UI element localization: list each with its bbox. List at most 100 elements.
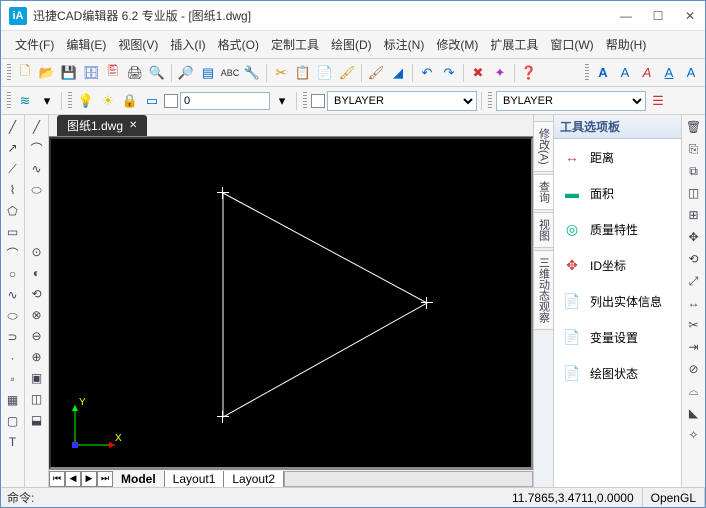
document-tab[interactable]: 图纸1.dwg ✕ [57,115,147,136]
circle-icon[interactable]: ○ [3,264,23,284]
region-icon[interactable]: ▢ [3,411,23,431]
sun-icon[interactable]: ☀ [98,91,118,111]
layer-name-input[interactable] [180,92,270,110]
tab-nav-prev[interactable]: ◀ [65,471,81,487]
stretch-icon[interactable]: ↔ [684,293,704,313]
rect-icon[interactable]: ▭ [142,91,162,111]
vtab-view[interactable]: 视图 [533,212,555,248]
menu-help[interactable]: 帮助(H) [600,33,653,56]
tab-nav-next[interactable]: ▶ [81,471,97,487]
palette-item[interactable]: ◎质量特性 [554,211,681,247]
ellipse-icon[interactable]: ⬭ [3,306,23,326]
scale-icon[interactable]: ⤢ [684,271,704,291]
textstyle-a3-icon[interactable]: A [637,63,657,83]
print-icon[interactable]: 🖨 [125,63,145,83]
layout-tab-layout2[interactable]: Layout2 [224,471,284,487]
vertex-grip[interactable] [217,411,229,423]
menu-file[interactable]: 文件(F) [9,33,60,56]
tool-icon[interactable]: ◫ [27,389,47,409]
close-button[interactable]: ✕ [683,9,697,23]
vertex-grip[interactable] [217,187,229,199]
palette-item[interactable]: ↔距离 [554,139,681,175]
menu-draw[interactable]: 绘图(D) [325,33,378,56]
layout-tab-layout1[interactable]: Layout1 [165,471,225,487]
polygon-icon[interactable]: ⬠ [3,201,23,221]
menu-modify[interactable]: 修改(M) [430,33,484,56]
brush-icon[interactable]: 🖌 [366,63,386,83]
break-icon[interactable]: ⊘ [684,359,704,379]
chamfer-icon[interactable]: ◣ [684,403,704,423]
drawing-canvas[interactable]: X Y [49,137,533,469]
saveall-icon[interactable]: 🗄 [81,63,101,83]
tab-nav-first[interactable]: ⏮ [49,471,65,487]
toolbar-grip[interactable] [488,92,492,110]
extend-icon[interactable]: ⇥ [684,337,704,357]
tool-icon[interactable]: ◐ [27,263,47,283]
vertex-grip[interactable] [421,297,433,309]
move-icon[interactable]: ✥ [684,227,704,247]
palette-item[interactable]: 📄列出实体信息 [554,283,681,319]
rotate-icon[interactable]: ⟲ [684,249,704,269]
refresh-icon[interactable]: ✦ [490,63,510,83]
erase-icon[interactable]: ◢ [388,63,408,83]
lineweight-select[interactable]: BYLAYER [496,91,646,111]
ellipse-arc-icon[interactable]: ⊃ [3,327,23,347]
menu-dimension[interactable]: 标注(N) [378,33,431,56]
menu-expand-tools[interactable]: 扩展工具 [484,33,544,56]
tool-icon[interactable]: ⊙ [27,242,47,262]
toolbar-grip[interactable] [7,64,11,82]
arc-icon[interactable]: ⌒ [3,243,23,263]
triangle-shape[interactable] [223,193,427,417]
toolbar-grip[interactable] [303,92,307,110]
layer-dropdown-icon[interactable]: ▾ [37,91,57,111]
vtab-inquiry[interactable]: 查询 [533,174,555,210]
lineweight-icon[interactable]: ☰ [648,91,668,111]
vtab-3dorbit[interactable]: 三维动态观察 [533,250,555,330]
undo-icon[interactable]: ↶ [417,63,437,83]
toolbar-grip[interactable] [7,92,11,110]
erase-icon[interactable]: 🗑 [684,117,704,137]
copy-icon[interactable]: ⎘ [684,139,704,159]
toolbar-grip[interactable] [585,64,589,82]
tool-icon[interactable]: ⌒ [27,138,47,158]
layer-manager-icon[interactable]: ≋ [15,91,35,111]
command-input[interactable] [40,492,504,504]
xline-icon[interactable]: ⟋ [3,159,23,179]
vtab-modify[interactable]: 修改(A) [533,121,555,172]
array-icon[interactable]: ⊞ [684,205,704,225]
audit-icon[interactable]: 🔧 [242,63,262,83]
cut-icon[interactable]: ✂ [271,63,291,83]
textstyle-a2-icon[interactable]: A [615,63,635,83]
menu-custom-tools[interactable]: 定制工具 [265,33,325,56]
bulb-on-icon[interactable]: 💡 [76,91,96,111]
textstyle-a5-icon[interactable]: A [681,63,701,83]
spellcheck-icon[interactable]: ABC [220,63,240,83]
tool-icon[interactable]: ⊗ [27,305,47,325]
layers-icon[interactable]: ▤ [198,63,218,83]
lock-icon[interactable]: 🔒 [120,91,140,111]
help-icon[interactable]: ❓ [519,63,539,83]
explode-icon[interactable]: ✧ [684,425,704,445]
dropdown-icon[interactable]: ▾ [272,91,292,111]
print-preview-icon[interactable]: 🔍 [147,63,167,83]
close-tab-icon[interactable]: ✕ [129,120,137,131]
new-icon[interactable]: 🗋 [15,63,35,83]
fillet-icon[interactable]: ⌓ [684,381,704,401]
toolbar-grip[interactable] [68,92,72,110]
paste-icon[interactable]: 📄 [315,63,335,83]
copy-icon[interactable]: 📋 [293,63,313,83]
tool-icon[interactable]: ∿ [27,159,47,179]
tool-icon[interactable]: ⟲ [27,284,47,304]
rect-icon[interactable]: ▭ [3,222,23,242]
horizontal-scrollbar[interactable] [284,471,533,487]
menu-view[interactable]: 视图(V) [112,33,164,56]
textstyle-a4-icon[interactable]: A [659,63,679,83]
palette-item[interactable]: ▬面积 [554,175,681,211]
open-icon[interactable]: 📂 [37,63,57,83]
spline-icon[interactable]: ∿ [3,285,23,305]
tool-icon[interactable]: ▣ [27,368,47,388]
line-icon[interactable]: ╱ [3,117,23,137]
pdf-icon[interactable]: 🖺 [103,63,123,83]
tool-icon[interactable]: ⬓ [27,410,47,430]
layout-tab-model[interactable]: Model [113,471,165,487]
